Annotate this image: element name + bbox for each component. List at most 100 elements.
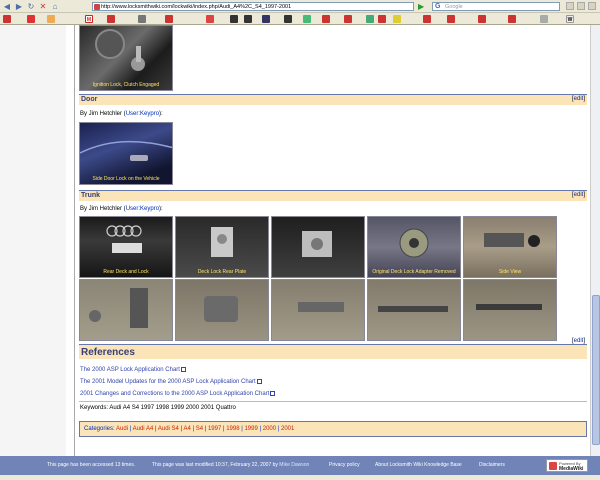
category-link[interactable]: A4 [183,426,190,432]
privacy-policy-link[interactable]: Privacy policy [329,462,360,468]
search-placeholder: Google [445,4,463,10]
bookmark-icon[interactable] [447,15,455,23]
bookmark-icon[interactable] [47,15,55,23]
extension-icon[interactable] [566,2,574,10]
trunk-image-2[interactable]: Deck Lock Rear Plate [175,216,269,278]
category-link[interactable]: 2000 [263,426,276,432]
bookmark-icon[interactable] [508,15,516,23]
bookmark-icon[interactable] [366,15,374,23]
reference-link-text: The 2001 Model Updates for the 2000 ASP … [80,379,256,386]
reference-link-1[interactable]: The 2000 ASP Lock Application Chart [80,367,186,373]
bookmark-icon[interactable] [262,15,270,23]
reload-icon[interactable]: ↻ [26,1,36,11]
trunk-image-8[interactable] [271,279,365,341]
disclaimers-link[interactable]: Disclaimers [479,462,505,468]
search-input[interactable]: G Google [432,2,560,11]
footer-user-link[interactable]: Mike Dawson [279,462,309,468]
category-link[interactable]: 1998 [226,426,239,432]
url-text: http://www.locksmithwiki.com/lockwiki/in… [101,4,292,10]
image-caption: Ignition Lock, Clutch Engaged [92,82,160,88]
categories-label[interactable]: Categories: [84,426,115,432]
cylinder-side-illustration [378,306,448,312]
scrollbar-thumb[interactable] [592,295,600,445]
reference-link-2[interactable]: The 2001 Model Updates for the 2000 ASP … [80,379,262,385]
byline-suffix: ): [159,111,163,117]
image-caption: Side Door Lock on the Vehicle [92,176,160,182]
footer-modified-text: This page was last modified 10:37, Febru… [152,462,278,468]
category-link[interactable]: 2001 [281,426,294,432]
external-link-icon [256,379,262,384]
url-input[interactable]: http://www.locksmithwiki.com/lockwiki/in… [92,2,414,11]
lock-disassembly-illustration [89,288,148,328]
image-caption: Rear Deck and Lock [103,269,149,275]
about-link[interactable]: About Locksmith Wiki Knowledge Base [375,462,462,468]
category-link[interactable]: 1997 [208,426,221,432]
bookmark-icon[interactable] [423,15,431,23]
stop-icon[interactable]: ✕ [38,1,48,11]
extension-icon[interactable] [588,2,596,10]
trunk-image-9[interactable] [367,279,461,341]
trunk-edit-link: [edit] [571,192,585,198]
site-favicon-icon [94,4,100,10]
bookmark-icon[interactable] [303,15,311,23]
page-footer: This page has been accessed 13 times. Th… [0,456,600,475]
bookmark-icon[interactable] [344,15,352,23]
trunk-image-10[interactable] [463,279,557,341]
bookmark-icon[interactable] [322,15,330,23]
edit-link[interactable]: edit [574,96,584,102]
trunk-image-4[interactable]: Original Deck Lock Adapter Removed [367,216,461,278]
go-button[interactable]: ▶ [418,2,427,11]
extension-icon[interactable] [577,2,585,10]
door-section-header: Door [edit] [79,94,587,105]
door-lock-image[interactable]: Side Door Lock on the Vehicle [79,122,173,185]
page-left-margin [0,25,66,456]
bookmark-icon[interactable] [478,15,486,23]
keywords-text: Keywords: Audi A4 S4 1997 1998 1999 2000… [80,405,236,411]
trunk-image-3[interactable] [271,216,365,278]
bookmark-icon[interactable] [540,15,548,23]
trunk-section-header: Trunk [edit] [79,190,587,201]
byline-prefix: By Jim Hetchler ( [80,206,126,212]
trunk-image-1[interactable]: Rear Deck and Lock [79,216,173,278]
category-link[interactable]: Audi A4 [133,426,154,432]
categories-list: Categories: Audi | Audi A4 | Audi S4 | A… [84,426,295,432]
trunk-image-6[interactable] [79,279,173,341]
edit-link[interactable]: edit [574,338,584,344]
bookmark-icon[interactable] [107,15,115,23]
reference-link-3[interactable]: 2001 Changes and Corrections to the 2000… [80,391,276,397]
door-edit-link: [edit] [571,96,585,102]
bookmark-icon[interactable] [138,15,146,23]
category-link[interactable]: S4 [196,426,203,432]
bookmark-icon[interactable] [284,15,292,23]
bookmark-icon[interactable] [378,15,386,23]
back-icon[interactable]: ◀ [2,1,12,11]
trunk-image-5[interactable]: Side View [463,216,557,278]
vertical-scrollbar[interactable] [590,25,600,456]
cylinder-illustration [204,296,238,322]
badge-line-2: MediaWiki [559,466,584,472]
category-link[interactable]: Audi S4 [158,426,179,432]
category-link[interactable]: Audi [116,426,128,432]
powered-by-mediawiki-badge[interactable]: Powered By MediaWiki [546,459,588,472]
gmail-icon[interactable]: M [85,15,93,23]
category-link[interactable]: 1999 [244,426,257,432]
bookmark-icon[interactable] [393,15,401,23]
bookmark-icon[interactable] [206,15,214,23]
edit-link[interactable]: edit [574,192,584,198]
bookmark-icon[interactable] [3,15,11,23]
forward-icon[interactable]: ▶ [14,1,24,11]
bookmark-icon[interactable] [230,15,238,23]
user-keypro-link[interactable]: User:Keypro [126,111,159,117]
categories-box: Categories: Audi | Audi A4 | Audi S4 | A… [79,421,587,437]
bookmark-icon[interactable] [27,15,35,23]
user-keypro-link[interactable]: User:Keypro [126,206,159,212]
footer-accessed: This page has been accessed 13 times. [47,462,136,468]
reference-link-text: The 2000 ASP Lock Application Chart [80,367,180,374]
ignition-lock-image[interactable]: Ignition Lock, Clutch Engaged [79,25,173,91]
divider [79,401,587,402]
bookmark-icon[interactable] [165,15,173,23]
home-icon[interactable]: ⌂ [50,1,60,11]
bookmark-icon[interactable] [244,15,252,23]
wikipedia-icon[interactable]: W [566,15,574,23]
trunk-image-7[interactable] [175,279,269,341]
